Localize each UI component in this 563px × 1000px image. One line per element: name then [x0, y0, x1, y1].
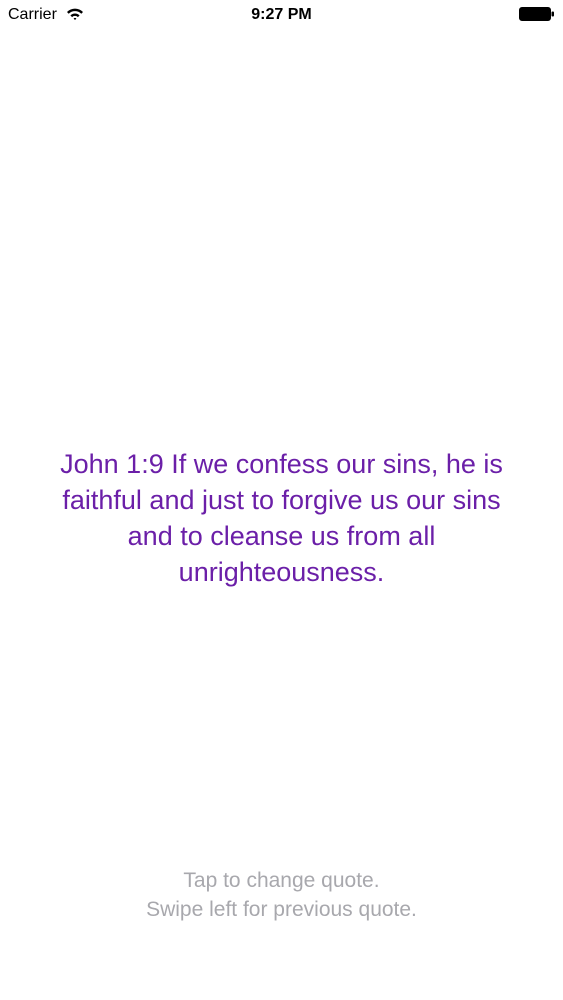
tap-hint: Tap to change quote. [183, 869, 380, 892]
instructions: Tap to change quote. Swipe left for prev… [0, 866, 563, 924]
swipe-hint: Swipe left for previous quote. [146, 898, 417, 921]
quote-text: John 1:9 If we confess our sins, he is f… [60, 449, 503, 587]
clock: 9:27 PM [251, 6, 312, 23]
battery-icon [519, 7, 555, 21]
quote-tap-area[interactable]: John 1:9 If we confess our sins, he is f… [0, 0, 563, 1000]
status-bar: Carrier 9:27 PM [0, 0, 563, 30]
